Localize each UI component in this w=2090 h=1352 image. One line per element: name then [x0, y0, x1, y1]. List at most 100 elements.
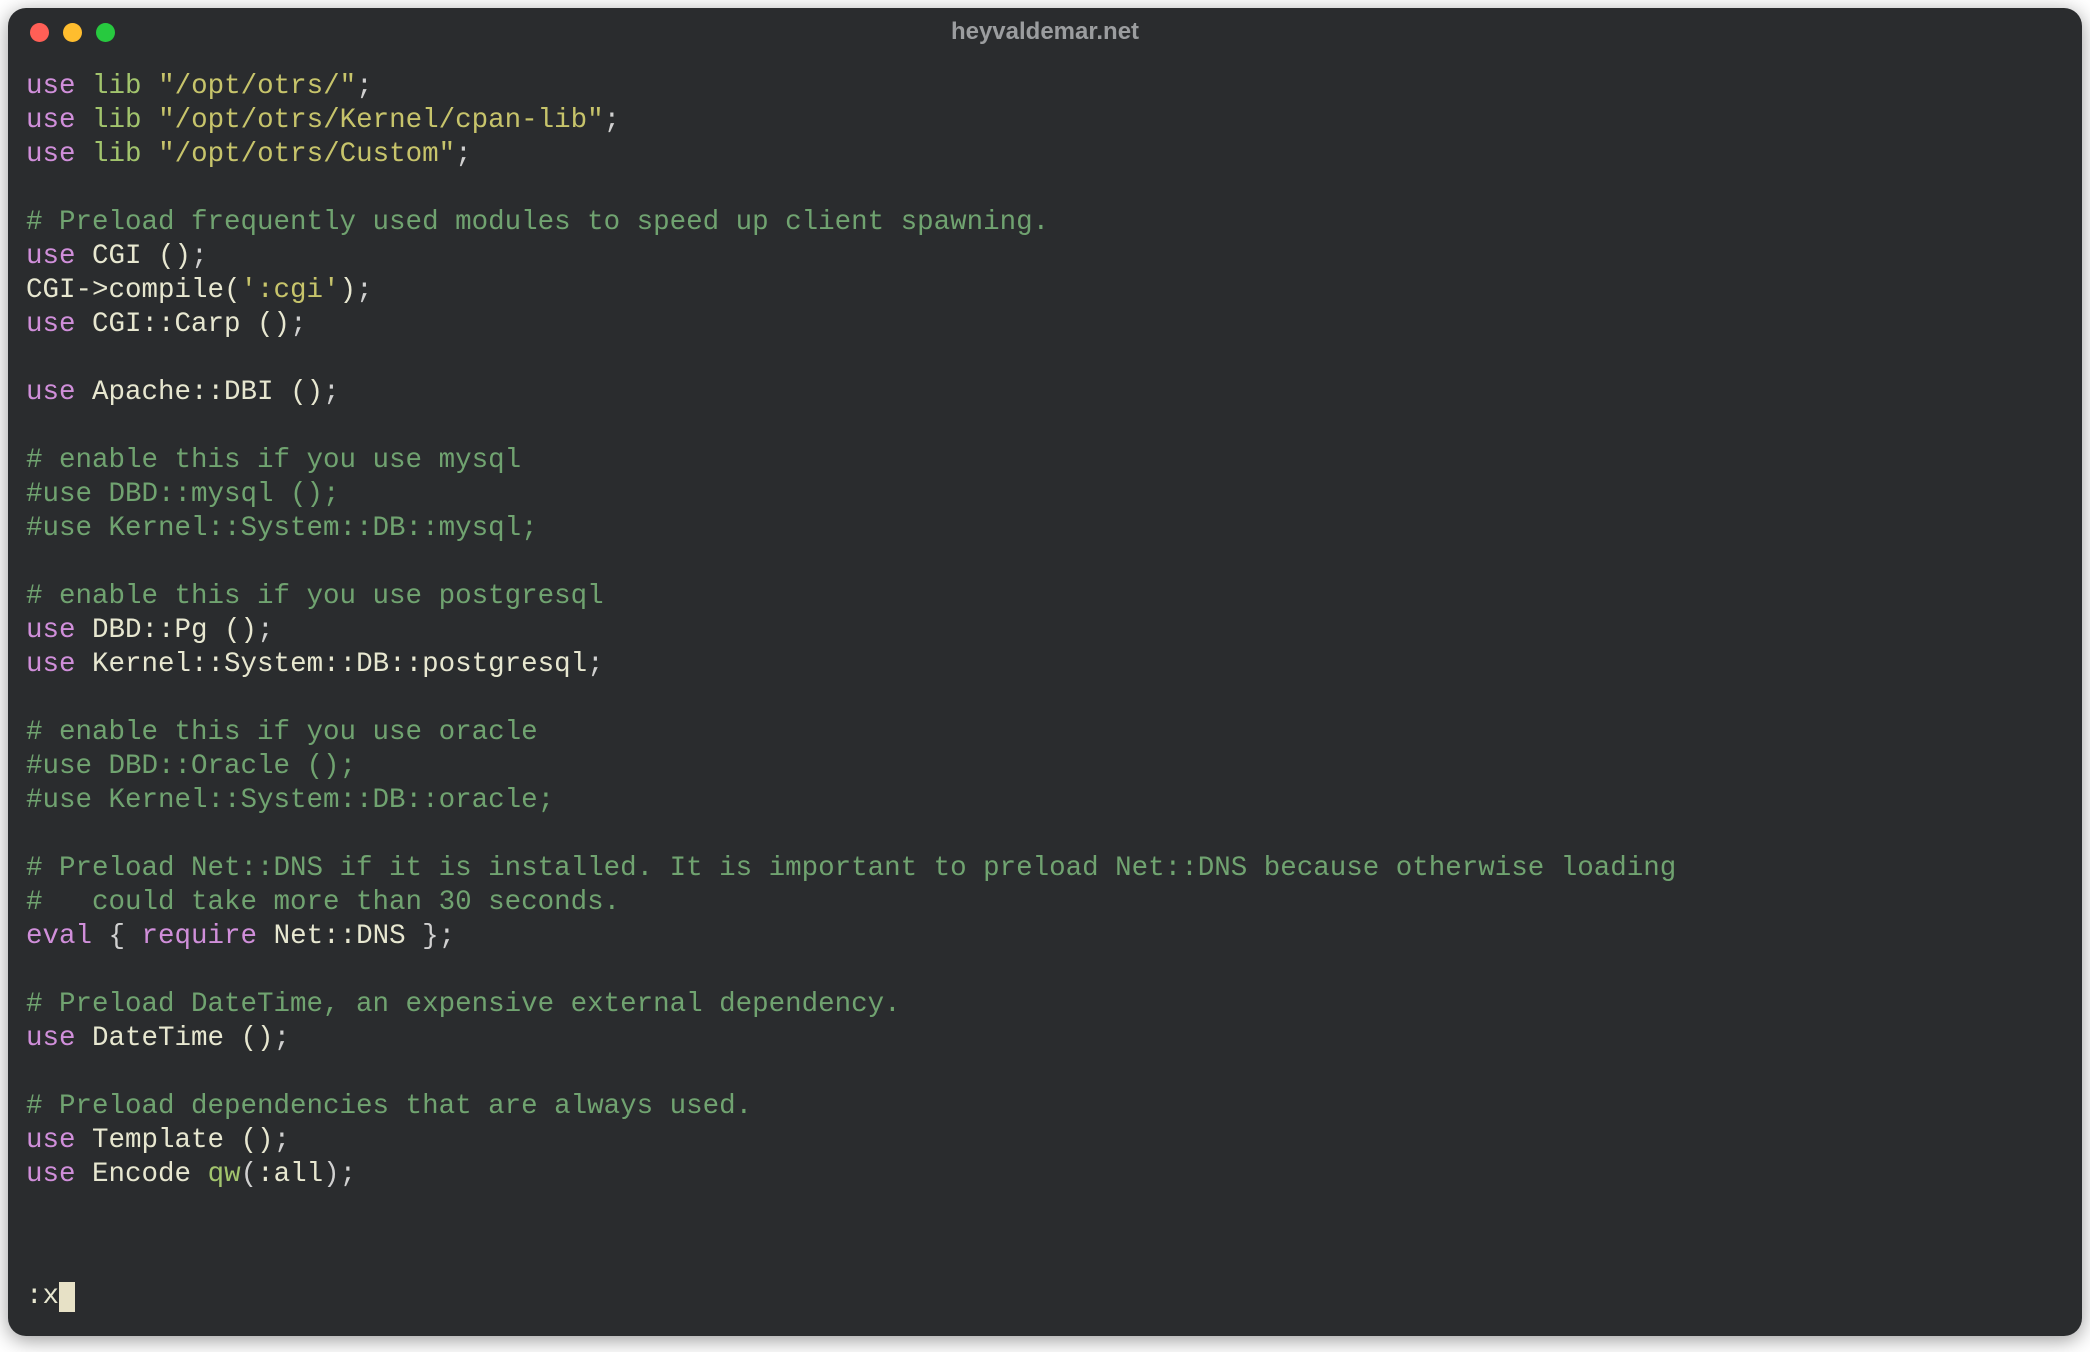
- code-token: use: [26, 105, 76, 136]
- close-icon[interactable]: [30, 23, 49, 42]
- code-line: use Encode qw(:all);: [26, 1158, 2064, 1192]
- code-token: ;: [455, 139, 472, 170]
- code-line: # Preload dependencies that are always u…: [26, 1090, 2064, 1124]
- code-line: use Apache::DBI ();: [26, 376, 2064, 410]
- code-token: # enable this if you use postgresql: [26, 581, 604, 612]
- code-token: lib: [92, 139, 142, 170]
- minimize-icon[interactable]: [63, 23, 82, 42]
- code-line: use lib "/opt/otrs/";: [26, 70, 2064, 104]
- code-token: use: [26, 1159, 76, 1190]
- code-token: # enable this if you use mysql: [26, 445, 521, 476]
- code-token: [76, 309, 93, 340]
- code-line: # could take more than 30 seconds.: [26, 886, 2064, 920]
- code-token: [76, 139, 93, 170]
- code-token: # could take more than 30 seconds.: [26, 887, 620, 918]
- code-token: CGI::Carp (): [92, 309, 290, 340]
- code-token: :all: [257, 1159, 323, 1190]
- code-token: ':cgi': [241, 275, 340, 306]
- code-token: [76, 241, 93, 272]
- code-line: use DBD::Pg ();: [26, 614, 2064, 648]
- code-token: use: [26, 309, 76, 340]
- code-line: # Preload frequently used modules to spe…: [26, 206, 2064, 240]
- code-token: ;: [274, 1125, 291, 1156]
- code-line: #use Kernel::System::DB::mysql;: [26, 512, 2064, 546]
- code-line: use lib "/opt/otrs/Custom";: [26, 138, 2064, 172]
- code-token: use: [26, 1023, 76, 1054]
- code-token: Net::DNS: [274, 921, 406, 952]
- terminal-viewport[interactable]: use lib "/opt/otrs/";use lib "/opt/otrs/…: [26, 70, 2064, 1318]
- code-line: [26, 410, 2064, 444]
- code-token: [76, 649, 93, 680]
- window-title: heyvaldemar.net: [8, 18, 2082, 46]
- code-token: ;: [290, 309, 307, 340]
- code-token: #use Kernel::System::DB::mysql;: [26, 513, 538, 544]
- code-token: use: [26, 649, 76, 680]
- code-line: use Template ();: [26, 1124, 2064, 1158]
- window-controls: [30, 23, 115, 42]
- code-token: # Preload frequently used modules to spe…: [26, 207, 1049, 238]
- cursor-icon: [59, 1282, 75, 1312]
- code-token: use: [26, 241, 76, 272]
- zoom-icon[interactable]: [96, 23, 115, 42]
- code-token: ): [340, 275, 357, 306]
- code-line: [26, 682, 2064, 716]
- code-token: [76, 105, 93, 136]
- code-line: #use DBD::Oracle ();: [26, 750, 2064, 784]
- code-token: Template (): [92, 1125, 274, 1156]
- code-token: [142, 139, 159, 170]
- code-token: #use DBD::mysql ();: [26, 479, 340, 510]
- code-token: # enable this if you use oracle: [26, 717, 538, 748]
- code-line: [26, 172, 2064, 206]
- code-line: # Preload Net::DNS if it is installed. I…: [26, 852, 2064, 886]
- code-token: [76, 1159, 93, 1190]
- code-line: # Preload DateTime, an expensive externa…: [26, 988, 2064, 1022]
- code-token: Apache::DBI (): [92, 377, 323, 408]
- code-token: ;: [587, 649, 604, 680]
- code-token: DateTime (): [92, 1023, 274, 1054]
- code-line: use lib "/opt/otrs/Kernel/cpan-lib";: [26, 104, 2064, 138]
- code-token: #use Kernel::System::DB::oracle;: [26, 785, 554, 816]
- code-token: [76, 377, 93, 408]
- code-token: # Preload Net::DNS if it is installed. I…: [26, 853, 1676, 884]
- code-line: use CGI::Carp ();: [26, 308, 2064, 342]
- code-token: ;: [274, 1023, 291, 1054]
- titlebar: heyvaldemar.net: [8, 8, 2082, 56]
- code-token: );: [323, 1159, 356, 1190]
- code-line: # enable this if you use postgresql: [26, 580, 2064, 614]
- code-token: lib: [92, 71, 142, 102]
- terminal-window: heyvaldemar.net use lib "/opt/otrs/";use…: [8, 8, 2082, 1336]
- code-line: use Kernel::System::DB::postgresql;: [26, 648, 2064, 682]
- code-token: {: [92, 921, 142, 952]
- code-line: [26, 954, 2064, 988]
- code-token: };: [406, 921, 456, 952]
- code-token: CGI->compile(: [26, 275, 241, 306]
- code-token: "/opt/otrs/": [158, 71, 356, 102]
- code-token: "/opt/otrs/Custom": [158, 139, 455, 170]
- code-line: #use DBD::mysql ();: [26, 478, 2064, 512]
- code-token: ;: [257, 615, 274, 646]
- code-token: # Preload dependencies that are always u…: [26, 1091, 752, 1122]
- code-token: ;: [356, 275, 373, 306]
- code-token: use: [26, 139, 76, 170]
- code-token: eval: [26, 921, 92, 952]
- code-token: [142, 71, 159, 102]
- code-line: [26, 546, 2064, 580]
- code-token: DBD::Pg (): [92, 615, 257, 646]
- vim-command-line[interactable]: :x: [26, 1280, 75, 1314]
- code-token: [76, 615, 93, 646]
- code-token: qw: [208, 1159, 241, 1190]
- code-token: ;: [323, 377, 340, 408]
- code-line: CGI->compile(':cgi');: [26, 274, 2064, 308]
- code-token: ;: [191, 241, 208, 272]
- code-token: (: [241, 1159, 258, 1190]
- code-line: use DateTime ();: [26, 1022, 2064, 1056]
- code-line: [26, 1056, 2064, 1090]
- code-token: # Preload DateTime, an expensive externa…: [26, 989, 901, 1020]
- code-token: Kernel::System::DB::postgresql: [92, 649, 587, 680]
- code-token: CGI (): [92, 241, 191, 272]
- code-line: [26, 818, 2064, 852]
- code-token: [257, 921, 274, 952]
- code-token: [142, 105, 159, 136]
- code-token: "/opt/otrs/Kernel/cpan-lib": [158, 105, 604, 136]
- code-line: # enable this if you use oracle: [26, 716, 2064, 750]
